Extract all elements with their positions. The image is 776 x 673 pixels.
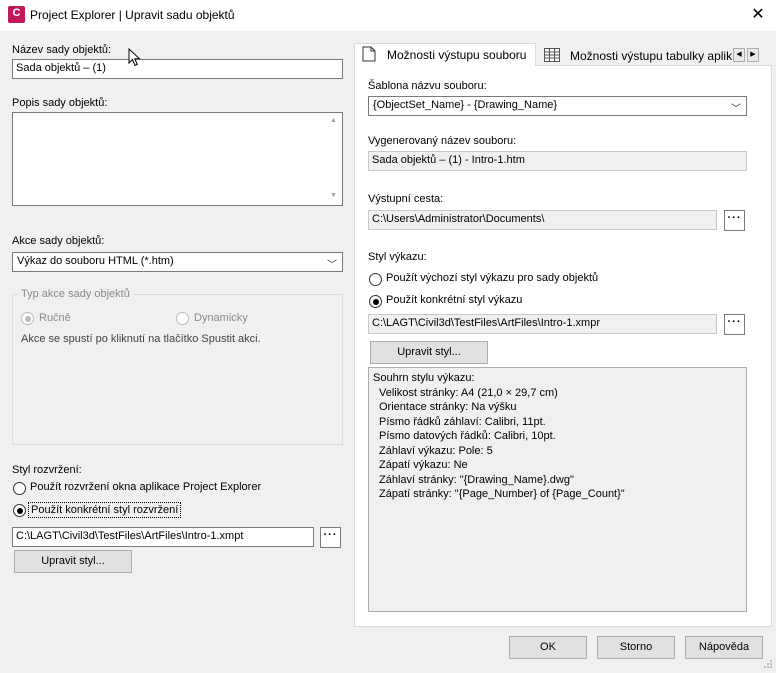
civil3d-app-icon: C [8, 6, 25, 23]
action-type-group-title: Typ akce sady objektů [18, 288, 133, 300]
report-default-radio[interactable] [369, 273, 382, 286]
chevron-down-icon: ﹀ [327, 260, 337, 271]
tab-file-output-options-label: Možnosti výstupu souboru [387, 48, 527, 62]
report-style-path-field[interactable]: C:\LAGT\Civil3d\TestFiles\ArtFiles\Intro… [368, 314, 717, 334]
summary-line: Zápatí stránky: "{Page_Number} of {Page_… [379, 488, 625, 500]
layout-edit-style-button[interactable]: Upravit styl... [14, 550, 132, 573]
layout-specific-radio-label: Použít konkrétní styl rozvržení [28, 502, 182, 518]
scroll-down-icon[interactable]: ▼ [330, 192, 337, 199]
manual-radio[interactable] [21, 312, 34, 325]
summary-line: Zápatí výkazu: Ne [379, 459, 468, 471]
ok-button[interactable]: OK [509, 636, 587, 659]
object-set-action-dropdown[interactable]: Výkaz do souboru HTML (*.htm) ﹀ [12, 252, 343, 272]
summary-line: Orientace stránky: Na výšku [379, 401, 517, 413]
output-path-browse-button[interactable]: ··· [724, 210, 745, 231]
tab-application-table-output-label: Možnosti výstupu tabulky aplik [570, 49, 732, 63]
object-set-name-input[interactable]: Sada objektů – (1) [12, 59, 343, 79]
report-specific-radio-label: Použít konkrétní styl výkazu [386, 294, 523, 306]
table-icon [544, 48, 560, 62]
filename-template-value: {ObjectSet_Name} - {Drawing_Name} [373, 99, 558, 111]
summary-line: Velikost stránky: A4 (21,0 × 29,7 cm) [379, 386, 558, 399]
document-icon [362, 46, 376, 62]
summary-line: Písmo řádků záhlaví: Calibri, 11pt. [379, 415, 546, 428]
summary-line: Písmo datových řádků: Calibri, 10pt. [379, 430, 556, 442]
object-set-description-label: Popis sady objektů: [12, 97, 108, 109]
summary-line: Záhlaví výkazu: Pole: 5 [379, 444, 493, 457]
mouse-cursor-icon [128, 48, 141, 67]
tab-scroll-right-icon[interactable]: ▶ [747, 48, 759, 62]
cancel-button[interactable]: Storno [597, 636, 675, 659]
action-type-note: Akce se spustí po kliknutí na tlačítko S… [21, 333, 261, 345]
summary-line: Souhrn stylu výkazu: [373, 372, 475, 384]
report-edit-style-button[interactable]: Upravit styl... [370, 341, 488, 364]
tab-application-table-output-options[interactable]: Možnosti výstupu tabulky aplik [538, 45, 732, 66]
report-default-radio-label: Použít výchozí styl výkazu pro sady obje… [386, 272, 599, 284]
layout-specific-radio[interactable] [13, 504, 26, 517]
tab-scroll-left-icon[interactable]: ◀ [733, 48, 745, 62]
layout-explorer-radio[interactable] [13, 482, 26, 495]
close-icon[interactable]: ✕ [744, 3, 772, 27]
summary-line: Záhlaví stránky: "{Drawing_Name}.dwg" [379, 473, 574, 486]
output-path-label: Výstupní cesta: [368, 193, 444, 205]
filename-template-dropdown[interactable]: {ObjectSet_Name} - {Drawing_Name} ﹀ [368, 96, 747, 116]
filename-template-label: Šablona názvu souboru: [368, 80, 487, 92]
layout-browse-button[interactable]: ··· [320, 527, 341, 548]
layout-style-label: Styl rozvržení: [12, 464, 82, 476]
chevron-down-icon: ﹀ [731, 104, 741, 115]
object-set-name-label: Název sady objektů: [12, 44, 112, 56]
window-title: Project Explorer | Upravit sadu objektů [30, 8, 235, 22]
object-set-action-label: Akce sady objektů: [12, 235, 105, 247]
dynamic-radio-label: Dynamicky [194, 312, 248, 324]
manual-radio-label: Ručně [39, 312, 71, 324]
generated-filename-label: Vygenerovaný název souboru: [368, 135, 517, 147]
report-style-summary: Souhrn stylu výkazu: Velikost stránky: A… [368, 367, 747, 612]
report-style-label: Styl výkazu: [368, 251, 427, 263]
object-set-action-value: Výkaz do souboru HTML (*.htm) [17, 255, 174, 267]
generated-filename-field: Sada objektů – (1) - Intro-1.htm [368, 151, 747, 171]
help-button[interactable]: Nápověda [685, 636, 763, 659]
layout-explorer-radio-label: Použít rozvržení okna aplikace Project E… [30, 481, 262, 493]
report-browse-button[interactable]: ··· [724, 314, 745, 335]
output-path-field[interactable]: C:\Users\Administrator\Documents\ [368, 210, 717, 230]
dynamic-radio[interactable] [176, 312, 189, 325]
layout-style-path-input[interactable]: C:\LAGT\Civil3d\TestFiles\ArtFiles\Intro… [12, 527, 314, 547]
scroll-up-icon[interactable]: ▲ [330, 117, 337, 124]
resize-grip-icon[interactable] [761, 659, 773, 671]
tab-file-output-options[interactable]: Možnosti výstupu souboru [354, 43, 536, 66]
report-specific-radio[interactable] [369, 295, 382, 308]
description-scrollbar[interactable]: ▲ ▼ [326, 113, 342, 205]
object-set-description-textarea[interactable] [12, 112, 343, 206]
